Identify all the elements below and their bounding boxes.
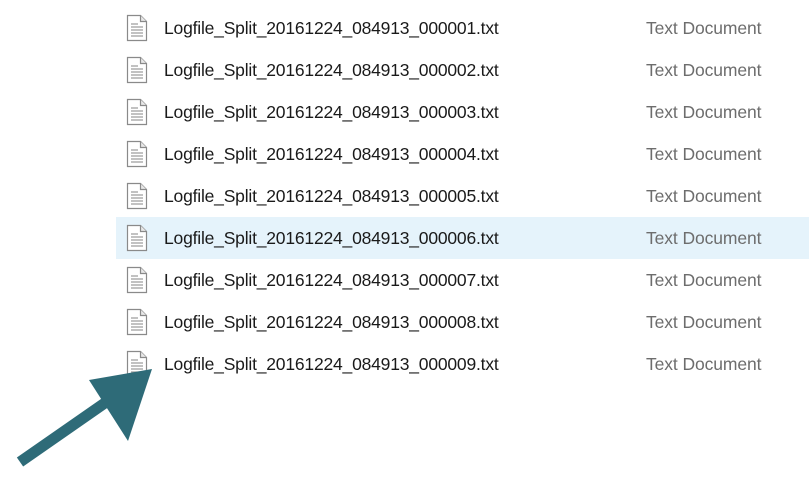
file-name[interactable]: Logfile_Split_20161224_084913_000002.txt (164, 60, 499, 81)
file-name[interactable]: Logfile_Split_20161224_084913_000008.txt (164, 312, 499, 333)
arrow-shaft (16, 393, 116, 467)
file-row[interactable]: Logfile_Split_20161224_084913_000001.txt… (116, 7, 809, 49)
text-document-icon (126, 14, 148, 42)
file-row[interactable]: Logfile_Split_20161224_084913_000004.txt… (116, 133, 809, 175)
file-name[interactable]: Logfile_Split_20161224_084913_000006.txt (164, 228, 499, 249)
file-row[interactable]: Logfile_Split_20161224_084913_000002.txt… (116, 49, 809, 91)
text-document-icon (126, 182, 148, 210)
file-type: Text Document (646, 143, 762, 164)
text-document-icon (126, 98, 148, 126)
file-type: Text Document (646, 227, 762, 248)
text-document-icon (126, 224, 148, 252)
file-type: Text Document (646, 353, 762, 374)
file-type: Text Document (646, 311, 762, 332)
file-name[interactable]: Logfile_Split_20161224_084913_000005.txt (164, 186, 499, 207)
file-name[interactable]: Logfile_Split_20161224_084913_000003.txt (164, 102, 499, 123)
file-name[interactable]: Logfile_Split_20161224_084913_000007.txt (164, 270, 499, 291)
file-row[interactable]: Logfile_Split_20161224_084913_000006.txt… (116, 217, 809, 259)
file-type: Text Document (646, 59, 762, 80)
text-document-icon (126, 350, 148, 378)
text-document-icon (126, 308, 148, 336)
text-document-icon (126, 140, 148, 168)
file-name[interactable]: Logfile_Split_20161224_084913_000004.txt (164, 144, 499, 165)
text-document-icon (126, 56, 148, 84)
file-row[interactable]: Logfile_Split_20161224_084913_000003.txt… (116, 91, 809, 133)
file-type: Text Document (646, 101, 762, 122)
file-list: Logfile_Split_20161224_084913_000001.txt… (116, 7, 809, 385)
text-document-icon (126, 266, 148, 294)
file-type: Text Document (646, 185, 762, 206)
file-row[interactable]: Logfile_Split_20161224_084913_000007.txt… (116, 259, 809, 301)
file-row[interactable]: Logfile_Split_20161224_084913_000009.txt… (116, 343, 809, 385)
file-type: Text Document (646, 17, 762, 38)
file-name[interactable]: Logfile_Split_20161224_084913_000001.txt (164, 18, 499, 39)
file-name[interactable]: Logfile_Split_20161224_084913_000009.txt (164, 354, 499, 375)
file-type: Text Document (646, 269, 762, 290)
file-row[interactable]: Logfile_Split_20161224_084913_000008.txt… (116, 301, 809, 343)
file-row[interactable]: Logfile_Split_20161224_084913_000005.txt… (116, 175, 809, 217)
